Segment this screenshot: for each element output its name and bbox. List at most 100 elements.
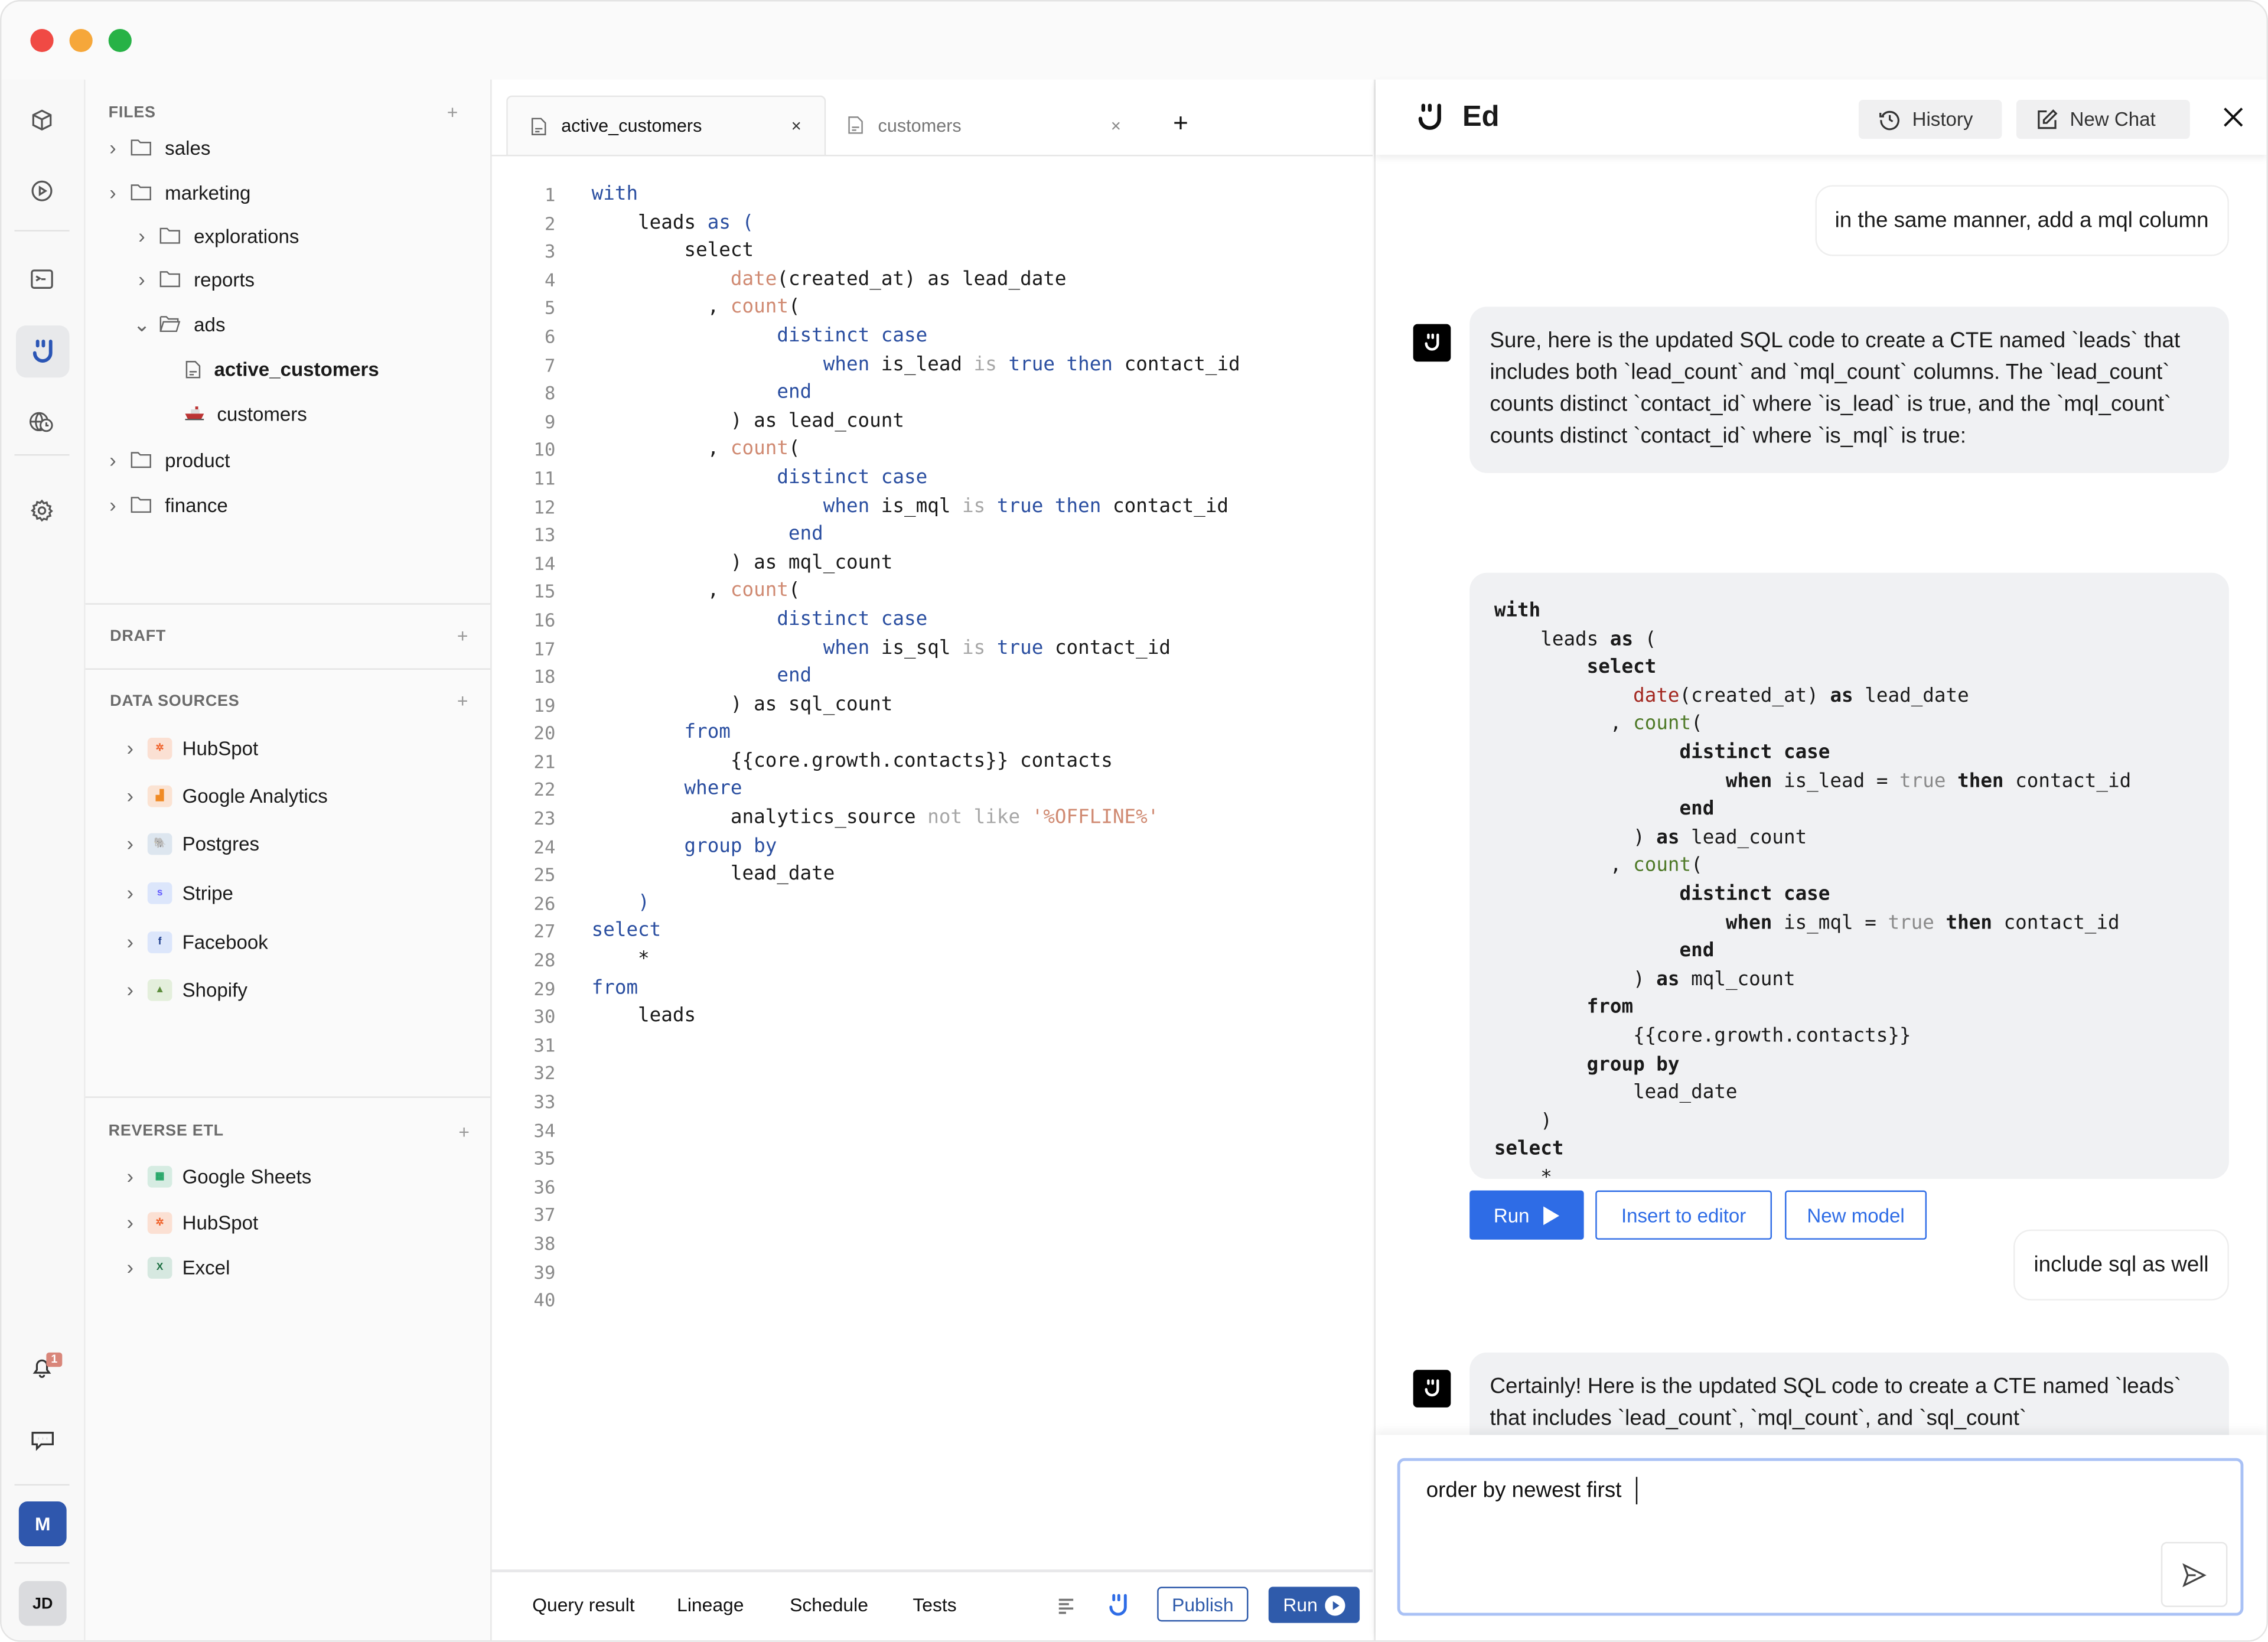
code-line: 23 analytics_source not like '%OFFLINE%' [492,804,1373,833]
line-content: lead_date [592,861,835,890]
code-token: with [1494,600,1541,623]
chat-input[interactable]: order by newest first [1397,1458,2244,1616]
run-button[interactable]: Run [1268,1586,1360,1623]
code-line: 16 distinct case [492,606,1373,634]
publish-button[interactable]: Publish [1157,1586,1249,1622]
cube-icon[interactable] [26,104,58,136]
chevron-right-icon[interactable]: › [106,448,120,471]
tab-tests[interactable]: Tests [913,1594,956,1616]
code-token: distinct case [777,608,928,631]
add-reverse-etl-button[interactable]: + [458,1121,470,1143]
history-button[interactable]: History [1858,99,2002,139]
code-line: {{core.growth.contacts}} [1469,1022,2229,1051]
reverse-etl-item[interactable]: › X Excel [123,1251,230,1283]
data-source-item[interactable]: › s Stripe [123,877,233,908]
new-chat-button[interactable]: New Chat [2016,99,2190,139]
code-line: 37 [492,1201,1373,1230]
file-tree-item[interactable]: › sales [106,132,210,164]
terminal-icon[interactable] [26,263,58,295]
chevron-right-icon[interactable]: › [106,181,120,204]
add-draft-button[interactable]: + [457,625,468,647]
minimize-window-button[interactable] [69,28,93,53]
add-file-button[interactable]: + [447,101,458,123]
code-line: distinct case [1469,881,2229,909]
code-token: count [730,438,788,461]
chevron-right-icon[interactable]: › [123,1211,137,1234]
code-token: end [1679,940,1715,962]
chevron-right-icon[interactable]: › [123,930,137,953]
ed-assistant-icon[interactable] [1108,1592,1128,1617]
chevron-right-icon[interactable]: › [123,978,137,1001]
chevron-right-icon[interactable]: › [123,737,137,760]
chevron-right-icon[interactable]: › [106,493,120,516]
chevron-down-icon[interactable]: ⌄ [133,312,151,337]
close-window-button[interactable] [30,28,54,53]
maximize-window-button[interactable] [108,28,132,53]
tab-active-customers[interactable]: active_customers × [506,95,826,155]
close-chat-icon[interactable] [2223,107,2243,127]
code-token: is [973,353,997,376]
code-editor[interactable]: 1 with 2 leads as (3 select 4 date(created_… [492,181,1373,1314]
file-tree-item[interactable]: › marketing [106,177,250,208]
format-icon[interactable] [1058,1597,1076,1614]
close-tab-icon[interactable]: × [791,116,801,136]
code-line: 29 from [492,975,1373,1003]
line-number: 14 [533,552,556,574]
user-avatar[interactable]: JD [18,1581,67,1626]
chat-bubble-icon[interactable] [26,1425,58,1457]
workspace-avatar[interactable]: M [18,1501,67,1546]
file-tree-item[interactable]: ⌄ ads [133,308,226,340]
gear-icon[interactable] [26,495,58,527]
tab-label: customers [878,115,962,135]
tab-query-result[interactable]: Query result [532,1594,634,1616]
file-tree-item[interactable]: active_customers [185,353,379,385]
chat-header: Ed History New Chat [1375,79,2267,155]
line-number: 40 [533,1289,556,1311]
chat-input-value: order by newest first [1426,1478,1622,1503]
file-tree-item[interactable]: › product [106,444,230,476]
file-tree-item[interactable]: customers [185,398,307,429]
data-source-item[interactable]: › 🐘 Postgres [123,827,259,859]
add-data-source-button[interactable]: + [457,690,468,712]
new-tab-button[interactable]: + [1173,109,1188,139]
play-circle-icon[interactable] [26,175,58,207]
assistant-message: Certainly! Here is the updated SQL code … [1469,1352,2229,1438]
data-source-item[interactable]: › ✲ HubSpot [123,732,259,764]
chevron-right-icon[interactable]: › [123,1164,137,1187]
rail-ed-active[interactable] [15,325,70,378]
data-source-item[interactable]: › ▲ Shopify [123,973,247,1005]
code-line: select [1469,654,2229,682]
new-model-button[interactable]: New model [1785,1190,1927,1240]
chevron-right-icon[interactable]: › [123,832,137,855]
reverse-etl-section-title: REVERSE ETL [108,1122,224,1140]
tab-lineage[interactable]: Lineage [677,1594,744,1616]
chevron-right-icon[interactable]: › [135,224,149,247]
line-content: {{core.growth.contacts}} contacts [592,748,1113,776]
send-button[interactable] [2161,1542,2228,1607]
reverse-etl-item[interactable]: › ✲ HubSpot [123,1206,259,1238]
insert-to-editor-button[interactable]: Insert to editor [1595,1190,1772,1240]
chevron-right-icon[interactable]: › [135,268,149,291]
tab-customers[interactable]: customers × [848,96,1130,155]
chat-run-button[interactable]: Run [1469,1190,1584,1240]
chevron-right-icon[interactable]: › [123,784,137,807]
chevron-right-icon[interactable]: › [106,136,120,159]
tab-schedule[interactable]: Schedule [790,1594,868,1616]
facebook-logo-icon: f [147,930,172,953]
chevron-right-icon[interactable]: › [123,1256,137,1279]
close-tab-icon[interactable]: × [1111,115,1121,135]
file-sidebar: FILES + › sales › marketing › explorations › re… [85,79,492,1641]
data-source-item[interactable]: › ▟ Google Analytics [123,780,328,812]
data-source-item[interactable]: › f Facebook [123,926,268,957]
reverse-etl-item[interactable]: › ▦ Google Sheets [123,1160,312,1192]
section-divider [85,1096,491,1098]
file-tree-item[interactable]: › reports [135,263,255,295]
code-token: ( [1691,714,1703,736]
file-tree-item[interactable]: › explorations [135,220,299,252]
chevron-right-icon[interactable]: › [123,881,137,904]
file-tree-item[interactable]: › finance [106,489,228,521]
globe-clock-icon[interactable] [26,406,58,438]
